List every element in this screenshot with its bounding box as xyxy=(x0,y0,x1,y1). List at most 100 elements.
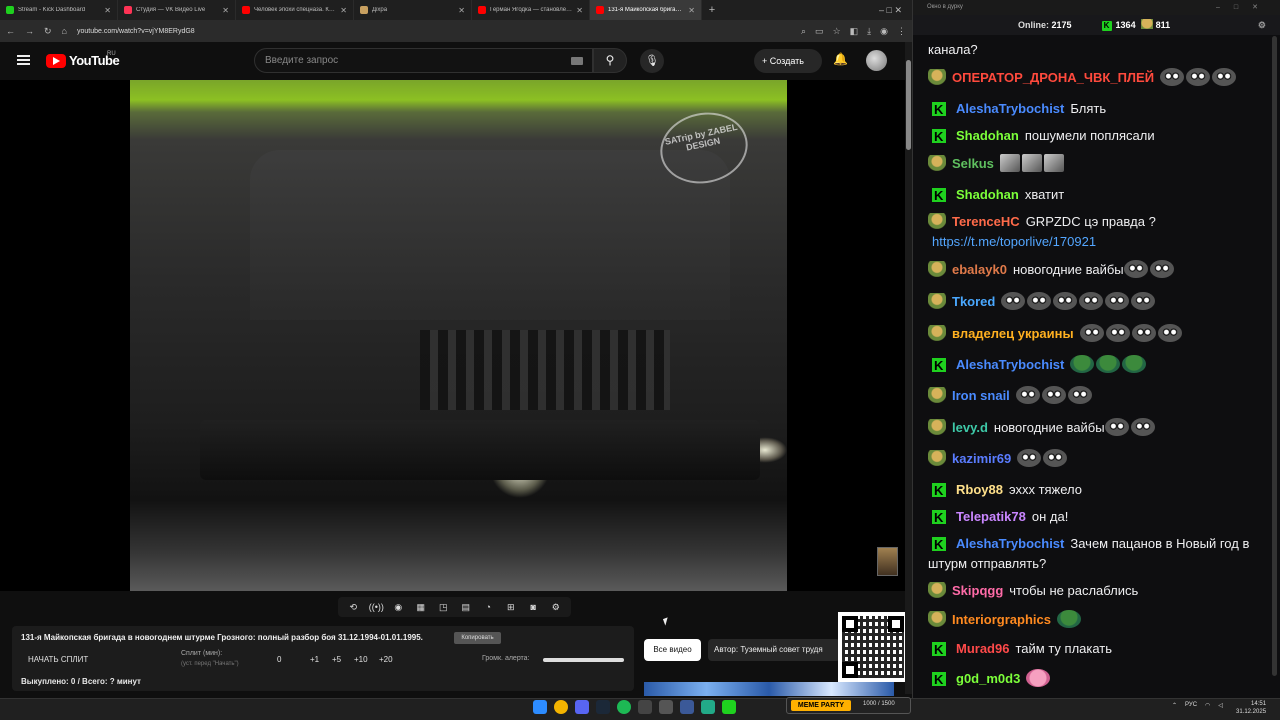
meme-party-widget[interactable]: MEME PARTY 1000 / 1500 xyxy=(786,697,911,714)
keyboard-icon[interactable] xyxy=(571,57,583,65)
chat-username[interactable]: Shadohan xyxy=(956,187,1019,202)
tab-close-icon[interactable]: ✕ xyxy=(222,6,229,15)
split-plus-5-button[interactable]: +5 xyxy=(332,655,341,664)
search-input[interactable]: Введите запрос xyxy=(254,48,593,73)
windows-start-icon[interactable] xyxy=(533,700,547,714)
chevron-up-icon[interactable]: ⌃ xyxy=(1172,702,1177,709)
chat-username[interactable]: владелец украины xyxy=(952,326,1074,341)
channel-watermark-thumbnail[interactable] xyxy=(877,547,898,576)
app-icon[interactable] xyxy=(680,700,694,714)
theater-mode-icon[interactable]: ▤ xyxy=(459,602,473,613)
chat-username[interactable]: Rboy88 xyxy=(956,482,1003,497)
all-videos-button[interactable]: Все видео xyxy=(644,639,701,661)
browser-tab[interactable]: 131-я Майкопская брига… ✕ xyxy=(590,0,702,20)
alert-volume-slider[interactable] xyxy=(543,658,624,662)
home-icon[interactable]: ⌂ xyxy=(62,26,67,36)
create-button[interactable]: + Создать xyxy=(754,49,822,73)
obs-icon[interactable] xyxy=(638,700,652,714)
bookmark-star-icon[interactable]: ☆ xyxy=(833,26,841,37)
browser-menu-icon[interactable]: ⋮ xyxy=(897,26,906,37)
speed-icon[interactable]: ◔ xyxy=(481,602,495,612)
emote-cat-icon xyxy=(1015,386,1040,404)
chat-username[interactable]: Murad96 xyxy=(956,641,1009,656)
picture-in-picture-icon[interactable]: ◳ xyxy=(436,602,450,613)
screenshot-camera-icon[interactable]: ◙ xyxy=(526,602,540,612)
notifications-bell-icon[interactable]: 🔔 xyxy=(833,52,848,66)
browser-tab[interactable]: Дiхра ✕ xyxy=(354,0,472,20)
chat-messages: канала? ОПЕРАТОР_ДРОНА_ЧВК_ПЛЕЙ AleshaTryb… xyxy=(922,36,1272,690)
tab-close-icon[interactable]: ✕ xyxy=(104,6,111,15)
new-tab-button[interactable]: + xyxy=(702,4,722,16)
back-icon[interactable]: ← xyxy=(6,26,15,36)
profile-icon[interactable]: ◉ xyxy=(880,26,888,37)
start-split-button[interactable]: НАЧАТЬ СПЛИТ xyxy=(28,655,88,664)
page-scrollbar[interactable] xyxy=(905,42,912,694)
chat-username[interactable]: g0d_m0d3 xyxy=(956,671,1020,686)
window-controls[interactable]: –□✕ xyxy=(1216,3,1272,11)
tab-close-icon[interactable]: ✕ xyxy=(688,6,695,15)
app-icon[interactable] xyxy=(659,700,673,714)
chat-username[interactable]: ebalayk0 xyxy=(952,262,1007,277)
chat-username[interactable]: Shadohan xyxy=(956,128,1019,143)
voice-search-button[interactable]: 🎙 xyxy=(640,49,664,73)
settings-gear-icon[interactable]: ⚙ xyxy=(549,602,563,613)
split-plus-1-button[interactable]: +1 xyxy=(310,655,319,664)
app-icon[interactable] xyxy=(701,700,715,714)
chat-username[interactable]: Tkored xyxy=(952,294,995,309)
copy-button[interactable]: Копировать xyxy=(454,632,501,644)
author-button[interactable]: Автор: Туземный совет трудя xyxy=(708,639,840,661)
broadcast-icon[interactable]: ((•)) xyxy=(369,602,384,612)
steam-icon[interactable] xyxy=(596,700,610,714)
avatar[interactable] xyxy=(866,50,887,71)
tab-close-icon[interactable]: ✕ xyxy=(458,6,465,15)
add-icon[interactable]: ⊞ xyxy=(504,602,518,613)
chat-username[interactable]: Telepatik78 xyxy=(956,509,1026,524)
chat-link[interactable]: https://t.me/toporlive/170921 xyxy=(932,234,1096,249)
extension-icon[interactable]: ◧ xyxy=(850,26,859,37)
cinema-icon[interactable]: ▦ xyxy=(414,602,428,613)
browser-window-controls[interactable]: – □ ✕ xyxy=(879,5,912,16)
youtube-logo-icon[interactable] xyxy=(46,54,66,68)
split-plus-10-button[interactable]: +10 xyxy=(354,655,368,664)
chat-username[interactable]: kazimir69 xyxy=(952,451,1011,466)
chat-username[interactable]: AleshaTrybochist xyxy=(956,101,1064,116)
settings-gear-icon[interactable]: ⚙ xyxy=(1258,20,1266,31)
chat-username[interactable]: AleshaTrybochist xyxy=(956,536,1064,551)
wifi-icon[interactable]: ◠ xyxy=(1205,702,1210,709)
zoom-icon[interactable]: ⌕ xyxy=(801,26,806,37)
url-field[interactable]: youtube.com/watch?v=vjYM8ERydG8 xyxy=(77,28,791,35)
tab-close-icon[interactable]: ✕ xyxy=(340,6,347,15)
discord-icon[interactable] xyxy=(575,700,589,714)
browser-tab[interactable]: Человек эпохи спецназа. Как… ✕ xyxy=(236,0,354,20)
chat-username[interactable]: levy.d xyxy=(952,420,988,435)
chat-username[interactable]: Selkus xyxy=(952,156,994,171)
download-icon[interactable]: ⤓ xyxy=(867,26,871,37)
browser-tab[interactable]: Студия — VK Видео Live ✕ xyxy=(118,0,236,20)
browser-tab[interactable]: Герман Ягодка — становлени… ✕ xyxy=(472,0,590,20)
chat-username[interactable]: ОПЕРАТОР_ДРОНА_ЧВК_ПЛЕЙ xyxy=(952,70,1154,85)
volume-icon[interactable]: ◁ xyxy=(1218,702,1223,709)
cast-icon[interactable]: ▭ xyxy=(815,26,824,37)
chat-text: пошумели поплясали xyxy=(1024,128,1155,143)
language-indicator[interactable]: РУС xyxy=(1185,702,1197,709)
forward-icon[interactable]: → xyxy=(25,26,34,36)
loop-icon[interactable]: ⟲ xyxy=(346,602,360,613)
related-video-thumbnail[interactable] xyxy=(644,682,894,696)
kick-icon[interactable] xyxy=(722,700,736,714)
browser-tab[interactable]: Stream - Kick Dashboard ✕ xyxy=(0,0,118,20)
chat-username[interactable]: AleshaTrybochist xyxy=(956,357,1064,372)
split-plus-20-button[interactable]: +20 xyxy=(379,655,393,664)
chat-username[interactable]: Skipqgg xyxy=(952,583,1003,598)
tab-close-icon[interactable]: ✕ xyxy=(576,6,583,15)
menu-icon[interactable] xyxy=(17,55,30,65)
system-clock[interactable]: 14:51 31.12.2025 xyxy=(1236,700,1266,716)
spotify-icon[interactable] xyxy=(617,700,631,714)
chrome-icon[interactable] xyxy=(554,700,568,714)
chat-scrollbar[interactable] xyxy=(1272,36,1278,694)
reload-icon[interactable]: ↻ xyxy=(44,26,52,37)
chat-username[interactable]: Interiorgraphics xyxy=(952,612,1051,627)
chat-username[interactable]: TerenceHC xyxy=(952,214,1020,229)
search-button[interactable]: ⚲ xyxy=(593,48,627,73)
ambient-mode-icon[interactable]: ◉ xyxy=(391,602,405,613)
chat-username[interactable]: Iron snail xyxy=(952,388,1010,403)
